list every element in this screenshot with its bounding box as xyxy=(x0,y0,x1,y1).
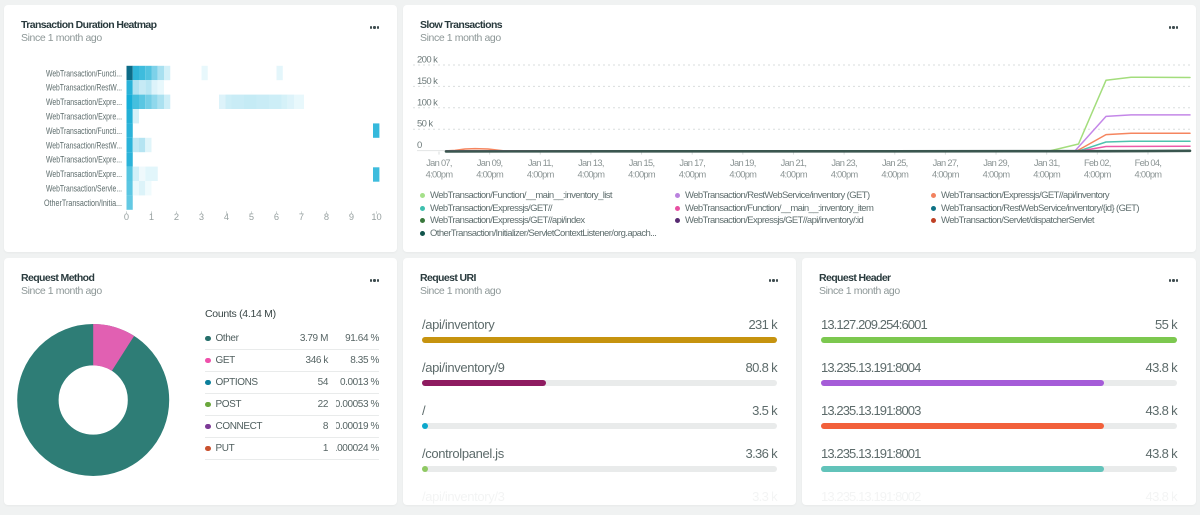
svg-text:WebTransaction/RestW...: WebTransaction/RestW... xyxy=(46,83,122,93)
svg-text:4:00pm: 4:00pm xyxy=(831,170,859,180)
svg-text:WebTransaction/Functi...: WebTransaction/Functi... xyxy=(46,126,122,136)
svg-text:Jan 25,: Jan 25, xyxy=(882,158,908,168)
svg-text:2: 2 xyxy=(174,212,179,222)
svg-text:Jan 07,: Jan 07, xyxy=(426,158,452,168)
svg-text:WebTransaction/Functi...: WebTransaction/Functi... xyxy=(46,68,122,78)
svg-text:WebTransaction/Expre...: WebTransaction/Expre... xyxy=(46,169,122,179)
svg-text:0: 0 xyxy=(124,212,129,222)
svg-text:4:00pm: 4:00pm xyxy=(628,170,656,180)
svg-text:WebTransaction/Servle...: WebTransaction/Servle... xyxy=(46,184,122,194)
svg-text:Jan 27,: Jan 27, xyxy=(933,158,959,168)
svg-text:4:00pm: 4:00pm xyxy=(527,170,555,180)
svg-text:Jan 19,: Jan 19, xyxy=(730,158,756,168)
svg-text:Jan 15,: Jan 15, xyxy=(629,158,655,168)
svg-text:5: 5 xyxy=(249,212,254,222)
svg-text:Jan 23,: Jan 23, xyxy=(831,158,857,168)
svg-text:0: 0 xyxy=(417,140,422,151)
svg-text:10: 10 xyxy=(371,212,381,222)
svg-text:8: 8 xyxy=(324,212,329,222)
svg-text:Jan 11,: Jan 11, xyxy=(528,158,553,168)
svg-text:4:00pm: 4:00pm xyxy=(679,170,707,180)
svg-text:Jan 17,: Jan 17, xyxy=(679,158,705,168)
svg-text:4:00pm: 4:00pm xyxy=(426,170,454,180)
svg-text:WebTransaction/RestW...: WebTransaction/RestW... xyxy=(46,140,122,150)
svg-text:4:00pm: 4:00pm xyxy=(932,170,960,180)
svg-text:4:00pm: 4:00pm xyxy=(983,170,1011,180)
svg-text:Jan 13,: Jan 13, xyxy=(578,158,604,168)
svg-text:4:00pm: 4:00pm xyxy=(1033,170,1061,180)
svg-text:Jan 21,: Jan 21, xyxy=(781,158,807,168)
svg-text:4:00pm: 4:00pm xyxy=(1084,170,1112,180)
svg-text:50 k: 50 k xyxy=(417,119,433,130)
svg-text:4:00pm: 4:00pm xyxy=(1135,170,1163,180)
svg-text:4:00pm: 4:00pm xyxy=(780,170,808,180)
svg-text:4: 4 xyxy=(224,212,229,222)
svg-text:Feb 04,: Feb 04, xyxy=(1135,158,1162,168)
svg-text:WebTransaction/Expre...: WebTransaction/Expre... xyxy=(46,155,122,165)
svg-text:3: 3 xyxy=(199,212,204,222)
svg-text:9: 9 xyxy=(349,212,354,222)
svg-text:150 k: 150 k xyxy=(417,76,438,87)
svg-text:7: 7 xyxy=(299,212,304,222)
svg-text:4:00pm: 4:00pm xyxy=(881,170,909,180)
svg-text:Jan 09,: Jan 09, xyxy=(477,158,503,168)
svg-text:4:00pm: 4:00pm xyxy=(578,170,606,180)
svg-text:Feb 02,: Feb 02, xyxy=(1084,158,1111,168)
svg-text:OtherTransaction/Initia...: OtherTransaction/Initia... xyxy=(44,198,122,208)
svg-text:6: 6 xyxy=(274,212,279,222)
svg-text:Jan 29,: Jan 29, xyxy=(983,158,1009,168)
svg-text:1: 1 xyxy=(149,212,154,222)
svg-text:4:00pm: 4:00pm xyxy=(476,170,504,180)
svg-text:WebTransaction/Expre...: WebTransaction/Expre... xyxy=(46,112,122,122)
svg-text:200 k: 200 k xyxy=(417,55,438,66)
svg-text:WebTransaction/Expre...: WebTransaction/Expre... xyxy=(46,97,122,107)
svg-text:4:00pm: 4:00pm xyxy=(729,170,757,180)
svg-text:100 k: 100 k xyxy=(417,97,438,108)
svg-text:Jan 31,: Jan 31, xyxy=(1034,158,1060,168)
